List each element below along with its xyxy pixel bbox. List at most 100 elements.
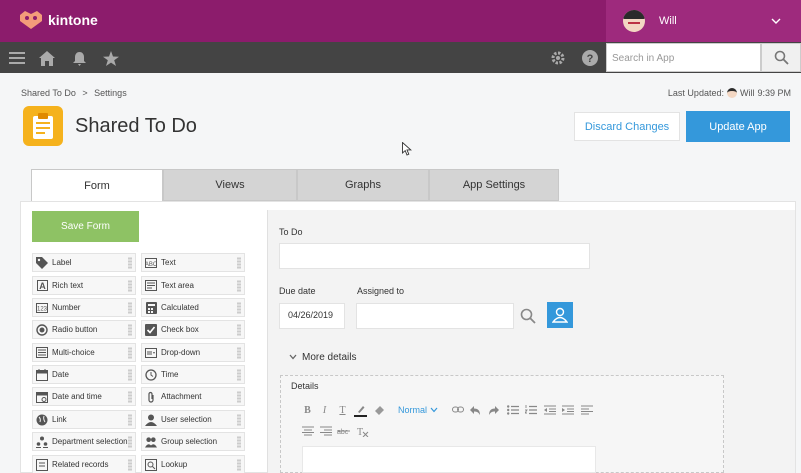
palette-item-link[interactable]: Link (32, 410, 136, 429)
calendar-icon (36, 368, 48, 381)
avatar (726, 88, 737, 98)
todo-field[interactable] (279, 243, 590, 269)
user-menu[interactable]: Will (606, 0, 801, 42)
chevron-down-icon (771, 14, 781, 28)
calculator-icon (145, 301, 157, 314)
palette-item-number[interactable]: 123 Number (32, 298, 136, 317)
help-icon[interactable]: ? (581, 49, 599, 67)
format-select-value: Normal (398, 405, 428, 415)
last-updated-label: Last Updated: (667, 88, 724, 98)
redo-icon[interactable] (487, 404, 500, 416)
underline-icon[interactable]: T (336, 404, 349, 416)
home-icon[interactable] (38, 49, 56, 67)
lookup-icon (145, 458, 157, 471)
calendar-clock-icon (36, 391, 48, 403)
user-name: Will (659, 15, 677, 27)
tag-icon (36, 256, 48, 269)
bell-icon[interactable] (70, 49, 88, 67)
department-icon (36, 436, 48, 448)
palette-item-calculated[interactable]: Calculated (141, 298, 245, 317)
paperclip-icon (145, 391, 157, 403)
palette-item-text-area[interactable]: Text area (141, 276, 245, 295)
palette-item-date[interactable]: Date (32, 365, 136, 384)
radio-icon (36, 323, 48, 336)
palette-item-check-box[interactable]: Check box (141, 320, 245, 339)
bullet-list-icon[interactable] (506, 404, 519, 416)
italic-icon[interactable]: I (318, 404, 331, 416)
search-icon (774, 50, 789, 65)
chevron-down-icon (430, 405, 438, 415)
due-date-field[interactable]: 04/26/2019 (279, 303, 345, 329)
user-icon (145, 414, 157, 426)
page-title: Shared To Do (75, 115, 197, 137)
kintone-logo-icon (20, 11, 42, 29)
breadcrumb-app-link[interactable]: Shared To Do (21, 88, 76, 98)
search-input[interactable]: Search in App (606, 43, 761, 72)
text-color-icon[interactable] (354, 403, 367, 417)
palette-item-date-and-time[interactable]: Date and time (32, 387, 136, 406)
more-details-label: More details (302, 352, 357, 363)
number-icon: 123 (36, 302, 48, 314)
svg-text:A: A (39, 281, 46, 291)
todo-label: To Do (279, 227, 303, 237)
numbered-list-icon[interactable] (524, 404, 537, 416)
palette-item-related-records[interactable]: Related records (32, 455, 136, 473)
related-records-icon (36, 458, 48, 471)
app-name: kintone (48, 12, 98, 28)
kintone-logo[interactable]: kintone (20, 11, 98, 29)
star-icon[interactable] (102, 49, 120, 67)
indent-icon[interactable] (561, 404, 574, 416)
format-select[interactable]: Normal (398, 405, 438, 415)
strikethrough-icon[interactable]: abc (337, 425, 350, 437)
palette-item-lookup[interactable]: Lookup (141, 455, 245, 473)
align-center-icon[interactable] (301, 425, 314, 437)
outdent-icon[interactable] (543, 404, 556, 416)
palette-item-user-selection[interactable]: User selection (141, 410, 245, 429)
discard-changes-button[interactable]: Discard Changes (574, 112, 680, 141)
align-left-icon[interactable] (580, 404, 593, 416)
tab-graphs[interactable]: Graphs (297, 169, 429, 201)
text-area-icon (145, 280, 157, 292)
user-search-button[interactable] (515, 303, 541, 329)
menu-icon[interactable] (8, 49, 26, 67)
link-icon[interactable] (451, 404, 464, 416)
search-button[interactable] (761, 43, 801, 72)
palette-item-drop-down[interactable]: Drop-down (141, 343, 245, 362)
top-header: kintone Will (0, 0, 801, 42)
palette-item-department-selection[interactable]: Department selection (32, 432, 136, 451)
group-icon (145, 436, 157, 448)
undo-icon[interactable] (469, 404, 482, 416)
multi-choice-icon (36, 347, 48, 359)
palette-item-multi-choice[interactable]: Multi-choice (32, 343, 136, 362)
update-app-button[interactable]: Update App (686, 111, 790, 142)
palette-item-attachment[interactable]: Attachment (141, 387, 245, 406)
clear-format-icon[interactable]: T (356, 425, 369, 437)
gear-icon[interactable] (549, 49, 567, 67)
tab-app-settings[interactable]: App Settings (429, 169, 559, 201)
palette-item-text[interactable]: ABC Text (141, 253, 245, 272)
breadcrumb-current: Settings (94, 88, 127, 98)
palette-item-rich-text[interactable]: A Rich text (32, 276, 136, 295)
text-field-icon: ABC (145, 257, 157, 269)
svg-text:abc: abc (337, 429, 349, 436)
assigned-to-label: Assigned to (357, 286, 405, 296)
palette-item-label[interactable]: Label (32, 253, 136, 272)
last-updated-user[interactable]: Will (740, 88, 755, 98)
align-right-icon[interactable] (319, 425, 332, 437)
details-editor[interactable] (302, 446, 596, 473)
assigned-to-field[interactable] (356, 303, 514, 329)
background-color-icon[interactable] (373, 404, 386, 416)
user-picker-button[interactable] (547, 302, 573, 328)
palette-item-time[interactable]: Time (141, 365, 245, 384)
save-form-button[interactable]: Save Form (32, 211, 139, 242)
more-details-group[interactable]: More details (289, 352, 356, 363)
bold-icon[interactable]: B (301, 404, 314, 416)
dropdown-icon (145, 347, 157, 359)
svg-text:?: ? (587, 53, 594, 65)
palette-item-group-selection[interactable]: Group selection (141, 432, 245, 451)
due-date-label: Due date (279, 286, 316, 296)
search-icon (520, 308, 536, 324)
tab-form[interactable]: Form (31, 169, 163, 202)
tab-views[interactable]: Views (163, 169, 297, 201)
palette-item-radio-button[interactable]: Radio button (32, 320, 136, 339)
